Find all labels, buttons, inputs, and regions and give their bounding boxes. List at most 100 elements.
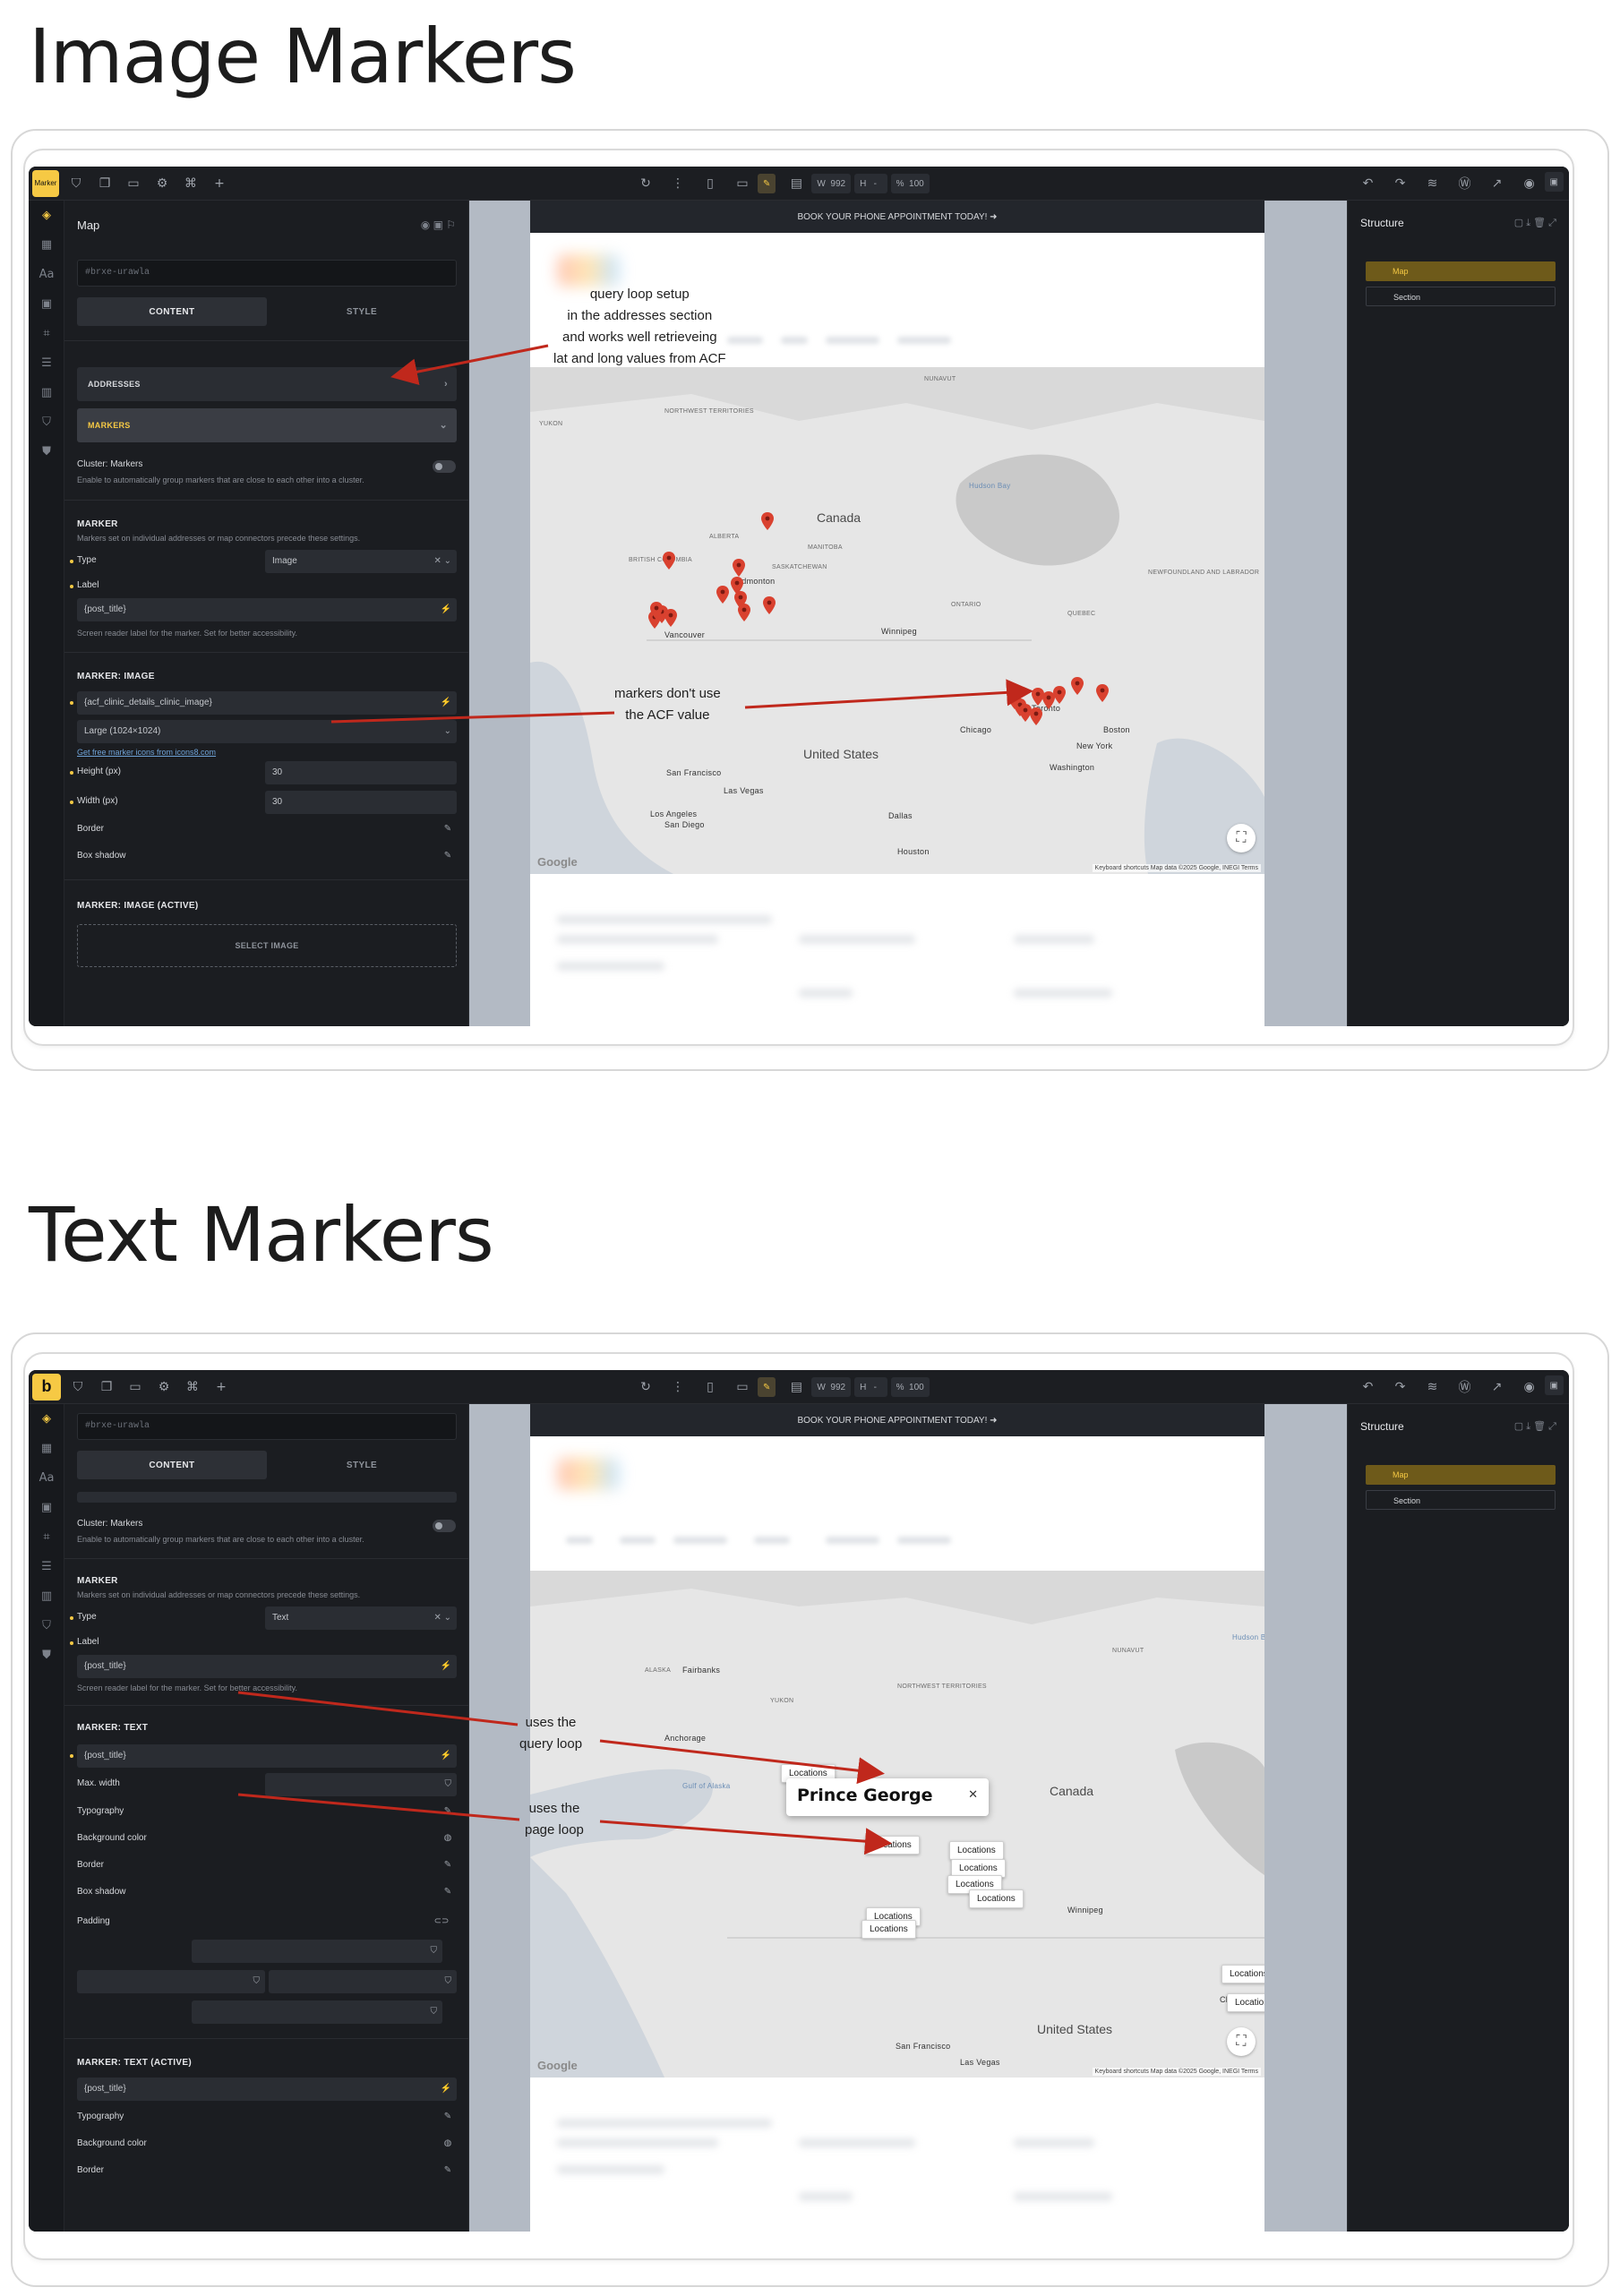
markers-accordion[interactable]: MARKERS ⌄ [77, 408, 457, 442]
element-icon[interactable]: ◈ [29, 1404, 64, 1434]
undo-icon[interactable]: ↶ [1357, 172, 1380, 195]
padding-right[interactable]: ⛉ [269, 1970, 457, 1993]
save-icon[interactable]: ▣ [1544, 172, 1564, 192]
image-input[interactable]: {acf_clinic_details_clinic_image} ⚡ [77, 691, 457, 715]
close-icon[interactable]: ✕ [968, 1787, 978, 1802]
shield-rail-icon[interactable]: ⛉ [29, 1611, 64, 1641]
image-size-select[interactable]: Large (1024×1024) ⌄ [77, 720, 457, 743]
shield-icon[interactable]: ⛉ [64, 172, 88, 195]
image-icon[interactable]: ▣ [29, 1493, 64, 1522]
addresses-accordion[interactable]: ADDRESSES › [77, 367, 457, 401]
map-pin-icon[interactable] [1030, 707, 1042, 725]
list-icon[interactable]: ☰ [29, 348, 64, 378]
map-pin-icon[interactable] [733, 559, 745, 577]
map-2[interactable]: NUNAVUT Hudson Bay NORTHWEST TERRITORIES… [530, 1571, 1264, 2078]
map-pin-icon[interactable] [664, 609, 677, 627]
type-select[interactable]: Text ✕ ⌄ [265, 1606, 457, 1630]
width-input[interactable]: 30 [265, 791, 457, 814]
shield-icon[interactable]: ⛉ [66, 1375, 90, 1399]
tablet-icon[interactable]: ▭ [731, 172, 754, 195]
type-select[interactable]: Image ✕ ⌄ [265, 550, 457, 573]
map-attribution[interactable]: Keyboard shortcuts Map data ©2025 Google… [1092, 2068, 1261, 2076]
map-pin-icon[interactable] [738, 604, 750, 621]
template-icon[interactable]: ▥ [29, 1581, 64, 1611]
padding-left[interactable]: ⛉ [77, 1970, 265, 1993]
cluster-toggle[interactable] [433, 1520, 456, 1532]
wordpress-icon[interactable]: Ⓦ [1453, 172, 1477, 195]
text-marker[interactable]: Locations [861, 1920, 916, 1939]
link-icon[interactable]: ⊂⊃ [427, 1913, 456, 1929]
layers-icon[interactable]: ≋ [1421, 172, 1444, 195]
folder-icon[interactable]: ▭ [124, 1375, 147, 1399]
tab-content[interactable]: CONTENT [77, 1451, 267, 1479]
map-pin-icon[interactable] [650, 602, 663, 620]
fullscreen-icon[interactable]: ⛶ [1227, 824, 1256, 852]
tab-style[interactable]: STYLE [267, 297, 457, 326]
tab-content[interactable]: CONTENT [77, 297, 267, 326]
structure-item-map[interactable]: Map [1366, 1465, 1556, 1485]
structure-item-section[interactable]: Section [1366, 1490, 1556, 1510]
redo-icon[interactable]: ↷ [1389, 1375, 1412, 1399]
map-pin-icon[interactable] [1053, 686, 1066, 704]
text-marker[interactable]: Locations [1221, 1965, 1264, 1983]
refresh-icon[interactable]: ↻ [634, 1375, 657, 1399]
map-pin-icon[interactable] [761, 512, 774, 530]
pencil-icon[interactable]: ✎ [440, 2108, 456, 2124]
map-attribution[interactable]: Keyboard shortcuts Map data ©2025 Google… [1092, 864, 1261, 872]
gear-icon[interactable]: ⚙ [152, 1375, 176, 1399]
tab-style[interactable]: STYLE [267, 1451, 457, 1479]
padding-bottom[interactable]: ⛉ [192, 2000, 442, 2024]
preview-mode-icon[interactable]: ✎ [758, 1377, 776, 1397]
refresh-icon[interactable]: ↻ [634, 172, 657, 195]
width-field[interactable]: W 992 [811, 1377, 852, 1397]
panel-title-icons[interactable]: ◉ ▣ ⚐ [421, 218, 456, 231]
external-link-icon[interactable]: ↗ [1486, 1375, 1509, 1399]
preview-mode-icon[interactable]: ✎ [758, 174, 776, 193]
element-id-field[interactable]: #brxe-urawla [77, 1413, 457, 1440]
layout-icon[interactable]: ▦ [29, 1434, 64, 1463]
more-icon[interactable]: ⋮ [666, 172, 690, 195]
pages-icon[interactable]: ❐ [93, 172, 116, 195]
map-pin-icon[interactable] [663, 552, 675, 570]
list-icon[interactable]: ☰ [29, 1552, 64, 1581]
eye-icon[interactable]: ◉ [1518, 172, 1541, 195]
element-id-field[interactable]: #brxe-urawla [77, 260, 457, 287]
zoom-field[interactable]: % 100 [890, 1377, 930, 1397]
map-pin-icon[interactable] [763, 596, 776, 614]
height-input[interactable]: 30 [265, 761, 457, 784]
eye-icon[interactable]: ◉ [1518, 1375, 1541, 1399]
icons8-link[interactable]: Get free marker icons from icons8.com [77, 748, 216, 757]
phone-icon[interactable]: ▯ [699, 1375, 722, 1399]
pencil-icon[interactable]: ✎ [440, 820, 456, 836]
max-width-input[interactable]: ⛉ [265, 1773, 457, 1796]
desktop-icon[interactable]: ▤ [784, 172, 808, 195]
pencil-icon[interactable]: ✎ [440, 1883, 456, 1899]
structure-item-map[interactable]: Map [1366, 261, 1556, 281]
droplet-icon[interactable]: ◍ [440, 1829, 456, 1846]
typography-icon[interactable]: Aa [29, 1463, 64, 1493]
label-input[interactable]: {post_title} ⚡ [77, 1655, 457, 1678]
folder-icon[interactable]: ▭ [122, 172, 145, 195]
droplet-icon[interactable]: ◍ [440, 2135, 456, 2151]
grid-icon[interactable]: ⌗ [29, 319, 64, 348]
map-pin-icon[interactable] [1096, 684, 1109, 702]
template-icon[interactable]: ▥ [29, 378, 64, 407]
zoom-field[interactable]: % 100 [890, 174, 930, 193]
select-image-button[interactable]: SELECT IMAGE [77, 924, 457, 967]
label-input[interactable]: {post_title} ⚡ [77, 598, 457, 621]
site-banner[interactable]: BOOK YOUR PHONE APPOINTMENT TODAY! ➜ [530, 201, 1264, 233]
text-marker[interactable]: Locations [865, 1836, 920, 1855]
site-banner[interactable]: BOOK YOUR PHONE APPOINTMENT TODAY! ➜ [530, 1404, 1264, 1436]
structure-item-section[interactable]: Section [1366, 287, 1556, 306]
structure-actions[interactable]: ▢ ⤓ 🗑 ⤢ [1514, 217, 1556, 229]
redo-icon[interactable]: ↷ [1389, 172, 1412, 195]
grid-icon[interactable]: ⌗ [29, 1522, 64, 1552]
text-marker[interactable]: Locations [1227, 1993, 1264, 2012]
map-pin-icon[interactable] [1071, 677, 1084, 695]
save-icon[interactable]: ▣ [1544, 1375, 1564, 1395]
shield-rail-icon[interactable]: ⛉ [29, 407, 64, 437]
typography-icon[interactable]: Aa [29, 260, 64, 289]
map-pin-icon[interactable] [716, 586, 729, 604]
width-field[interactable]: W 992 [811, 174, 852, 193]
add-icon[interactable]: + [210, 1375, 233, 1399]
